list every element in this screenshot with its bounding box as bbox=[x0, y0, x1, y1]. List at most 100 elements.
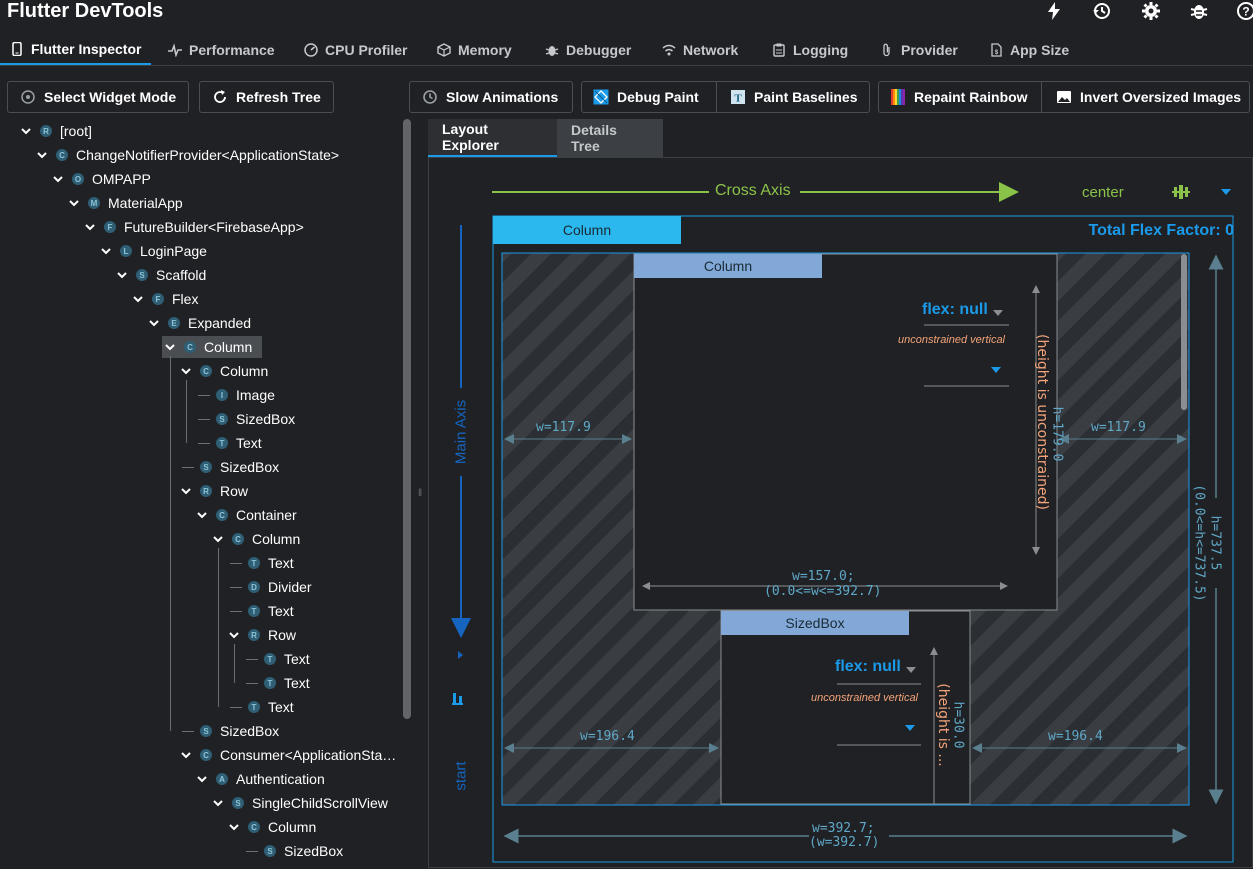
tree-node[interactable]: L LoginPage bbox=[98, 240, 207, 262]
tree-node[interactable]: R Row bbox=[226, 624, 296, 646]
refresh-tree-button[interactable]: Refresh Tree bbox=[199, 81, 334, 113]
tree-node[interactable]: S Scaffold bbox=[114, 264, 206, 286]
child1-flex-select[interactable]: flex: null bbox=[922, 301, 988, 319]
tab-details-tree[interactable]: Details Tree bbox=[557, 119, 663, 157]
tree-node[interactable]: S SizedBox bbox=[178, 720, 279, 742]
tree-node[interactable]: D Divider bbox=[226, 576, 312, 598]
tab-flutter-inspector[interactable]: Flutter Inspector bbox=[0, 34, 151, 65]
tab-performance[interactable]: Performance bbox=[160, 34, 283, 65]
child-sizedbox-label[interactable]: SizedBox bbox=[721, 611, 909, 635]
tree-node-label: Text bbox=[284, 651, 310, 667]
chevron-down-icon[interactable] bbox=[178, 483, 194, 499]
widget-type-icon: O bbox=[72, 173, 84, 185]
invert-oversized-images-button[interactable]: Invert Oversized Images bbox=[1044, 81, 1250, 113]
chevron-down-icon[interactable] bbox=[226, 627, 242, 643]
tab-debugger[interactable]: Debugger bbox=[537, 34, 639, 65]
tree-node[interactable]: R [root] bbox=[18, 120, 92, 142]
widget-type-icon: C bbox=[200, 365, 212, 377]
widget-tree[interactable]: R [root] C ChangeNotifierProvider<Applicati… bbox=[8, 119, 414, 868]
tree-node[interactable]: M MaterialApp bbox=[66, 192, 183, 214]
tab-layout-explorer[interactable]: Layout Explorer bbox=[428, 119, 557, 157]
chevron-down-icon[interactable] bbox=[98, 243, 114, 259]
chevron-down-icon[interactable] bbox=[66, 195, 82, 211]
chevron-down-icon[interactable] bbox=[82, 219, 98, 235]
tree-node[interactable]: E Expanded bbox=[146, 312, 251, 334]
cross-axis-alignment[interactable]: center bbox=[1082, 184, 1124, 201]
child1-width: w=157.0; bbox=[792, 569, 855, 584]
child1-height: h=179.0 bbox=[1049, 406, 1065, 462]
tab-logging[interactable]: Logging bbox=[764, 34, 856, 65]
tree-node[interactable]: C Container bbox=[194, 504, 297, 526]
tree-node[interactable]: T Text bbox=[242, 648, 310, 670]
tree-node[interactable]: R Row bbox=[178, 480, 248, 502]
tree-node[interactable]: A Authentication bbox=[194, 768, 325, 790]
layout-tabs: Layout Explorer Details Tree bbox=[428, 119, 1253, 157]
gear-icon[interactable] bbox=[1141, 1, 1161, 21]
chevron-down-icon[interactable] bbox=[114, 267, 130, 283]
tree-node-label: SizedBox bbox=[236, 411, 296, 427]
tab-cpu-profiler[interactable]: CPU Profiler bbox=[296, 34, 415, 65]
tree-node[interactable]: F Flex bbox=[130, 288, 198, 310]
tree-node[interactable]: S SizedBox bbox=[194, 408, 295, 430]
tree-node[interactable]: C Consumer<ApplicationSta… bbox=[178, 744, 396, 766]
tree-node[interactable]: C Column bbox=[162, 336, 263, 358]
child2-flex-select[interactable]: flex: null bbox=[835, 658, 901, 676]
bug-icon[interactable] bbox=[1189, 1, 1209, 21]
debug-paint-button[interactable]: Debug Paint bbox=[581, 81, 717, 113]
chevron-down-icon[interactable] bbox=[178, 363, 194, 379]
tree-node[interactable]: T Text bbox=[194, 432, 262, 454]
help-icon[interactable]: ? bbox=[1236, 1, 1253, 21]
widget-type-icon: A bbox=[216, 773, 228, 785]
tree-node[interactable]: C Column bbox=[210, 528, 300, 550]
chevron-down-icon[interactable] bbox=[194, 507, 210, 523]
tab-provider[interactable]: Provider bbox=[872, 34, 966, 65]
tree-node[interactable]: T Text bbox=[226, 552, 294, 574]
main-axis-alignment[interactable]: start bbox=[453, 761, 470, 790]
tree-node[interactable]: C Column bbox=[178, 360, 268, 382]
chevron-down-icon[interactable] bbox=[194, 771, 210, 787]
chevron-down-icon[interactable] bbox=[146, 315, 162, 331]
tree-node[interactable]: F FutureBuilder<FirebaseApp> bbox=[82, 216, 304, 238]
chevron-down-icon[interactable] bbox=[162, 339, 178, 355]
tree-node-label: ChangeNotifierProvider<ApplicationState> bbox=[76, 147, 340, 163]
paint-baselines-button[interactable]: T Paint Baselines bbox=[718, 81, 870, 113]
tree-node[interactable]: T Text bbox=[242, 672, 310, 694]
widget-type-icon: T bbox=[264, 677, 276, 689]
tree-node-label: Text bbox=[236, 435, 262, 451]
slow-animations-button[interactable]: Slow Animations bbox=[409, 81, 573, 113]
chevron-down-icon[interactable] bbox=[178, 747, 194, 763]
divider bbox=[716, 81, 717, 113]
tree-scrollbar[interactable] bbox=[403, 119, 411, 719]
chevron-down-icon[interactable] bbox=[34, 147, 50, 163]
tree-node[interactable]: C Column bbox=[226, 816, 316, 838]
tree-node[interactable]: C ChangeNotifierProvider<ApplicationState… bbox=[34, 144, 339, 166]
chevron-down-icon[interactable] bbox=[130, 291, 146, 307]
tab-app-size[interactable]: $ App Size bbox=[981, 34, 1077, 65]
tree-node[interactable]: I Image bbox=[194, 384, 275, 406]
child-column-label[interactable]: Column bbox=[634, 254, 822, 278]
panel-splitter[interactable]: ‖ bbox=[418, 488, 424, 506]
tree-node[interactable]: T Text bbox=[226, 696, 294, 718]
tab-memory[interactable]: Memory bbox=[429, 34, 520, 65]
tree-node[interactable]: S SingleChildScrollView bbox=[210, 792, 388, 814]
chevron-down-icon[interactable] bbox=[50, 171, 66, 187]
chevron-down-icon[interactable] bbox=[210, 795, 226, 811]
widget-type-icon: S bbox=[200, 725, 212, 737]
select-widget-mode-button[interactable]: Select Widget Mode bbox=[7, 81, 189, 113]
history-icon[interactable] bbox=[1092, 1, 1112, 21]
phone-icon bbox=[12, 41, 22, 56]
chevron-down-icon[interactable] bbox=[210, 531, 226, 547]
outer-column-label[interactable]: Column bbox=[493, 216, 681, 244]
chevron-down-icon[interactable] bbox=[18, 123, 34, 139]
repaint-rainbow-button[interactable]: Repaint Rainbow bbox=[878, 81, 1042, 113]
tree-branch-connector bbox=[226, 699, 242, 715]
lightning-icon[interactable] bbox=[1044, 1, 1064, 21]
chevron-down-icon[interactable] bbox=[226, 819, 242, 835]
tree-node[interactable]: T Text bbox=[226, 600, 294, 622]
tree-node[interactable]: S SizedBox bbox=[178, 456, 279, 478]
tree-node[interactable]: O OMPAPP bbox=[50, 168, 151, 190]
tree-node[interactable]: S SizedBox bbox=[242, 840, 343, 862]
svg-text:$: $ bbox=[995, 50, 999, 56]
left-space-width-1: w=117.9 bbox=[536, 420, 591, 435]
tab-network[interactable]: Network bbox=[654, 34, 746, 65]
